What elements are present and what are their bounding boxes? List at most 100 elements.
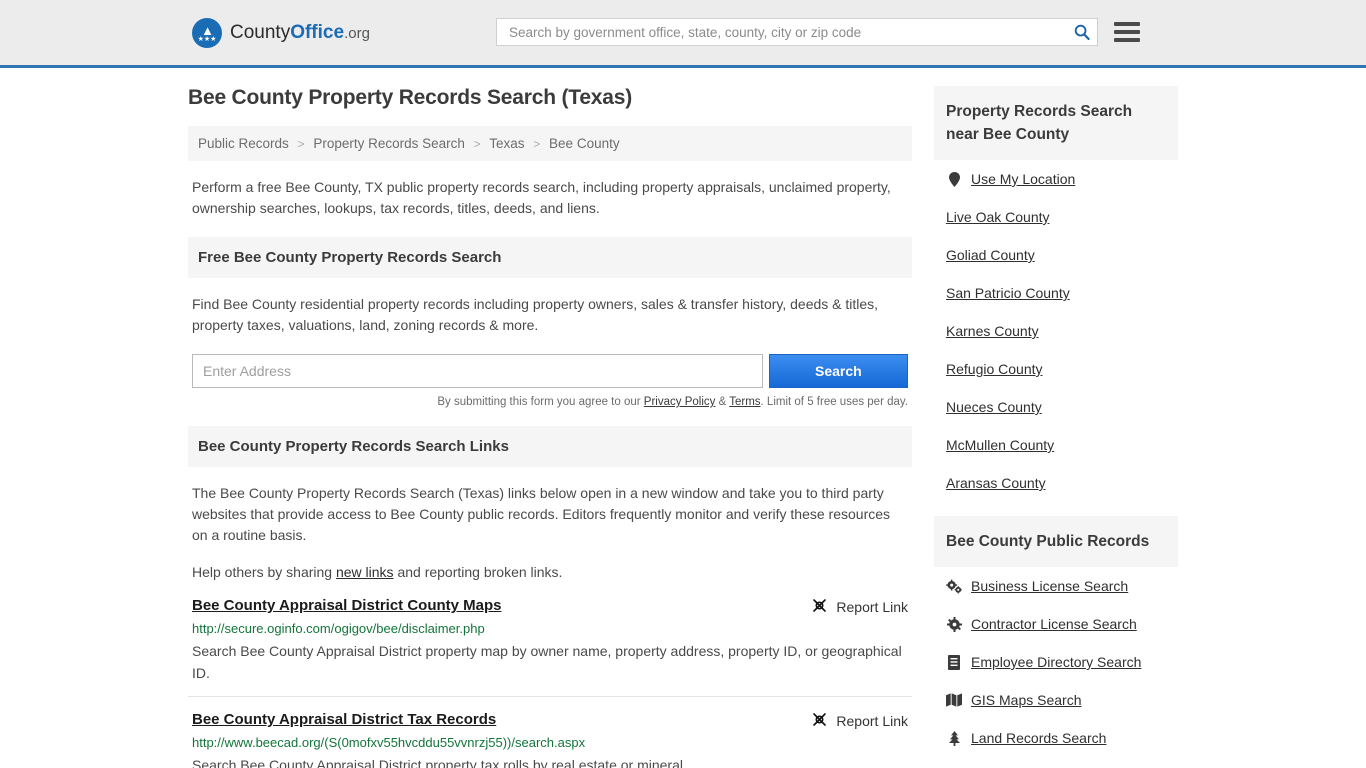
hamburger-bar [1114, 38, 1140, 42]
sidebar-link-label[interactable]: Business License Search [971, 578, 1128, 594]
broken-link-icon [811, 712, 828, 730]
sidebar-item-gis-maps-search[interactable]: GIS Maps Search [946, 681, 1166, 719]
breadcrumb-item-texas[interactable]: Texas [489, 136, 524, 151]
links-section-help: Help others by sharing new links and rep… [188, 562, 912, 583]
sidebar-item-karnes-county[interactable]: Karnes County [946, 312, 1166, 350]
terms-link[interactable]: Terms [729, 396, 760, 408]
hamburger-menu-icon[interactable] [1114, 22, 1140, 42]
disclaimer-amp: & [715, 396, 730, 408]
address-input[interactable] [192, 354, 763, 388]
logo-text: CountyOffice.org [230, 22, 370, 44]
broken-link-icon [811, 598, 828, 616]
sidebar-public-records-list: Business License Search Contractor Licen… [934, 567, 1178, 757]
sidebar-link-label[interactable]: Goliad County [946, 247, 1035, 263]
sidebar: Property Records Search near Bee County … [934, 86, 1178, 768]
result-item: Bee County Appraisal District County Map… [188, 583, 912, 697]
report-link-button[interactable]: Report Link [811, 712, 908, 730]
sidebar-link-label[interactable]: Use My Location [971, 171, 1075, 187]
sidebar-item-nueces-county[interactable]: Nueces County [946, 388, 1166, 426]
breadcrumb-item-public-records[interactable]: Public Records [198, 136, 289, 151]
sidebar-link-label[interactable]: GIS Maps Search [971, 692, 1082, 708]
address-search-form: Search [188, 354, 912, 388]
page-body: Bee County Property Records Search (Texa… [0, 68, 1366, 768]
map-icon [946, 693, 962, 707]
sidebar-item-land-records-search[interactable]: Land Records Search [946, 719, 1166, 757]
sidebar-link-label[interactable]: Refugio County [946, 361, 1043, 377]
breadcrumb-separator: > [473, 137, 481, 151]
free-search-heading: Free Bee County Property Records Search [188, 237, 912, 278]
sidebar-item-employee-directory-search[interactable]: Employee Directory Search [946, 643, 1166, 681]
new-links-link[interactable]: new links [336, 564, 394, 580]
sidebar-item-business-license-search[interactable]: Business License Search [946, 567, 1166, 605]
sidebar-nearby-list: Use My Location Live Oak County Goliad C… [934, 160, 1178, 502]
cogs-icon [946, 579, 962, 594]
help-text-pre: Help others by sharing [192, 564, 336, 580]
logo-text-county: County [230, 21, 291, 43]
result-description: Search Bee County Appraisal District pro… [192, 757, 687, 768]
sidebar-item-san-patricio-county[interactable]: San Patricio County [946, 274, 1166, 312]
result-header: Bee County Appraisal District County Map… [192, 597, 908, 616]
breadcrumb-item-property-records-search[interactable]: Property Records Search [313, 136, 465, 151]
map-pin-icon [946, 171, 962, 187]
breadcrumb-separator: > [297, 137, 305, 151]
sidebar-link-label[interactable]: San Patricio County [946, 285, 1070, 301]
result-url[interactable]: http://www.beecad.org/(S(0mofxv55hvcddu5… [192, 735, 908, 750]
header-search-area [496, 18, 1140, 46]
sidebar-item-use-my-location[interactable]: Use My Location [946, 160, 1166, 198]
global-search-input[interactable] [507, 23, 1073, 41]
sidebar-link-label[interactable]: Land Records Search [971, 730, 1106, 746]
links-section-body: The Bee County Property Records Search (… [192, 485, 891, 543]
sidebar-link-label[interactable]: McMullen County [946, 437, 1054, 453]
report-link-label: Report Link [836, 713, 908, 729]
hamburger-bar [1114, 30, 1140, 34]
cog-icon [946, 616, 962, 632]
sidebar-link-label[interactable]: Live Oak County [946, 209, 1050, 225]
sidebar-item-refugio-county[interactable]: Refugio County [946, 350, 1166, 388]
global-search-box[interactable] [496, 18, 1098, 46]
report-link-button[interactable]: Report Link [811, 598, 908, 616]
content-container: Bee County Property Records Search (Texa… [188, 68, 1178, 768]
main-column: Bee County Property Records Search (Texa… [188, 86, 912, 768]
form-disclaimer: By submitting this form you agree to our… [188, 396, 912, 408]
sidebar-link-label[interactable]: Nueces County [946, 399, 1042, 415]
sidebar-item-mcmullen-county[interactable]: McMullen County [946, 426, 1166, 464]
report-link-label: Report Link [836, 599, 908, 615]
logo-text-office: Office [290, 21, 345, 43]
breadcrumb: Public Records > Property Records Search… [188, 126, 912, 161]
site-logo[interactable]: ▲ ★★★ CountyOffice.org [192, 17, 370, 48]
disclaimer-text-post: . Limit of 5 free uses per day. [760, 396, 908, 408]
sidebar-item-aransas-county[interactable]: Aransas County [946, 464, 1166, 502]
result-title-link[interactable]: Bee County Appraisal District County Map… [192, 597, 502, 614]
intro-paragraph: Perform a free Bee County, TX public pro… [192, 179, 891, 216]
privacy-policy-link[interactable]: Privacy Policy [644, 396, 716, 408]
result-item: Bee County Appraisal District Tax Record… [188, 697, 912, 768]
breadcrumb-separator: > [533, 137, 541, 151]
sidebar-link-label[interactable]: Contractor License Search [971, 616, 1137, 632]
hamburger-bar [1114, 22, 1140, 26]
address-search-button[interactable]: Search [768, 354, 908, 388]
breadcrumb-item-bee-county[interactable]: Bee County [549, 136, 620, 151]
help-text-post: and reporting broken links. [393, 564, 563, 580]
tree-icon [946, 730, 962, 746]
disclaimer-text-pre: By submitting this form you agree to our [437, 396, 644, 408]
sidebar-item-goliad-county[interactable]: Goliad County [946, 236, 1166, 274]
sidebar-public-records-heading: Bee County Public Records [934, 516, 1178, 567]
logo-text-org: .org [344, 24, 370, 42]
sidebar-link-label[interactable]: Aransas County [946, 475, 1046, 491]
sidebar-link-label[interactable]: Employee Directory Search [971, 654, 1141, 670]
site-header: ▲ ★★★ CountyOffice.org [0, 0, 1366, 68]
page-title: Bee County Property Records Search (Texa… [188, 86, 633, 109]
result-header: Bee County Appraisal District Tax Record… [192, 711, 908, 730]
links-section-heading: Bee County Property Records Search Links [188, 426, 912, 467]
result-url[interactable]: http://secure.oginfo.com/ogigov/bee/disc… [192, 621, 908, 636]
sidebar-item-live-oak-county[interactable]: Live Oak County [946, 198, 1166, 236]
free-search-description: Find Bee County residential property rec… [192, 296, 879, 333]
eagle-seal-icon: ▲ ★★★ [192, 17, 222, 48]
sidebar-nearby-heading: Property Records Search near Bee County [934, 86, 1178, 160]
book-icon [946, 654, 962, 670]
search-icon[interactable] [1073, 23, 1091, 41]
result-description: Search Bee County Appraisal District pro… [192, 643, 902, 681]
result-title-link[interactable]: Bee County Appraisal District Tax Record… [192, 711, 496, 728]
sidebar-item-contractor-license-search[interactable]: Contractor License Search [946, 605, 1166, 643]
sidebar-link-label[interactable]: Karnes County [946, 323, 1039, 339]
